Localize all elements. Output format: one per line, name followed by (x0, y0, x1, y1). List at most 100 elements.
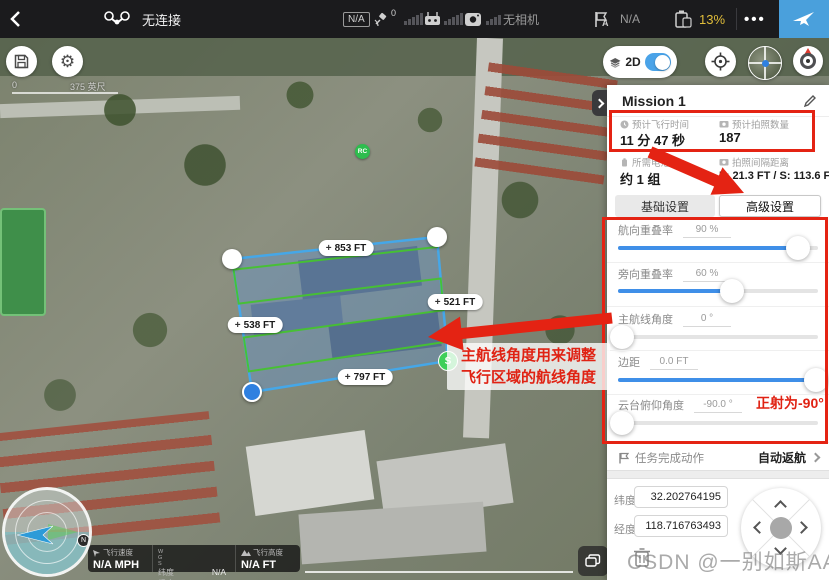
top-status-bar: 无连接 N/A 0 (0, 0, 829, 38)
edge-length-label-right: + 521 FT (428, 294, 483, 310)
back-button[interactable] (10, 0, 21, 38)
slider-thumb[interactable] (804, 368, 828, 392)
tab-advanced-settings[interactable]: 高级设置 (719, 195, 821, 217)
map-compass-button[interactable] (793, 46, 823, 76)
settings-button[interactable]: ⚙ (52, 46, 83, 77)
rc-signal-bars (444, 13, 463, 25)
section-divider (607, 470, 829, 479)
position-nudge-dpad[interactable] (741, 488, 821, 568)
minimap-position-dot (762, 60, 769, 67)
attitude-compass: N (2, 487, 92, 577)
slider-thumb[interactable] (610, 411, 634, 435)
locate-me-button[interactable] (705, 46, 736, 77)
camera-icon (464, 0, 482, 38)
slider-gimbal-pitch-value[interactable]: -90.0 ° (694, 399, 742, 413)
2d-toggle[interactable] (645, 53, 671, 71)
slider-thumb[interactable] (610, 325, 634, 349)
slider-side-overlap-label: 旁向重叠率 60 % (618, 266, 731, 282)
camera-signal-bars (486, 13, 501, 25)
save-icon (14, 54, 29, 69)
layers-icon (609, 56, 621, 69)
polygon-corner-handle[interactable] (222, 249, 242, 269)
rc-location-marker: RC (355, 144, 370, 159)
slider-thumb[interactable] (786, 236, 810, 260)
photo-interval-icon (719, 158, 729, 166)
save-mission-button[interactable] (6, 46, 37, 77)
mission-planning-app: S RC + 853 FT + 521 FT + 538 FT + 797 FT… (0, 0, 829, 580)
finish-action-value: 自动返航 (758, 449, 806, 466)
photo-icon (719, 120, 729, 128)
edge-length-label-top: + 853 FT (319, 240, 374, 256)
speed-arrow-icon (93, 549, 101, 557)
stat-photo-interval-value: F: 21.3 FT / S: 113.6 FT (719, 170, 829, 182)
slider-course-angle[interactable] (618, 335, 818, 339)
crosshair-icon (711, 52, 730, 71)
nudge-right-button[interactable] (795, 521, 808, 534)
slider-margin-label: 边距 0.0 FT (618, 354, 698, 370)
annotation-note: 主航线角度用来调整 飞行区域的航线角度 (447, 343, 610, 390)
telemetry-altitude: 飞行高度 N/A FT (235, 545, 300, 572)
nudge-up-button[interactable] (774, 500, 787, 513)
mission-status-value: N/A (620, 0, 640, 38)
slider-course-angle-value[interactable]: 0 ° (683, 313, 731, 327)
stat-photo-interval-label: 拍照间隔距离 (719, 155, 789, 169)
slider-margin[interactable] (618, 378, 818, 382)
telemetry-coordinates: WGS 纬度N/A 经度N/A (152, 545, 235, 572)
cross-icon: + (326, 243, 332, 254)
gimbal-pitch-annotation: 正射为-90° (756, 393, 824, 413)
wgs-label: WGS (158, 549, 165, 567)
longitude-label: 经度 (614, 521, 636, 537)
chevron-right-icon (595, 98, 605, 108)
slider-gimbal-pitch[interactable] (618, 421, 818, 425)
telemetry-bar: 飞行速度 N/A MPH WGS 纬度N/A 经度N/A 飞行高度 N/A FT (88, 545, 300, 572)
telemetry-speed: 飞行速度 N/A MPH (88, 545, 152, 572)
stat-battery-count-label: 所需电池数 (620, 155, 680, 169)
slider-margin-value[interactable]: 0.0 FT (650, 356, 698, 370)
camera-status: 无相机 (503, 0, 539, 38)
mission-title-row: Mission 1 (607, 85, 829, 117)
gps-count: 0 (391, 8, 396, 18)
svg-text:A: A (602, 18, 609, 28)
mission-status-icon: A (593, 0, 613, 38)
nudge-left-button[interactable] (753, 521, 766, 534)
slider-side-overlap-value[interactable]: 60 % (683, 268, 731, 282)
north-badge: N (77, 534, 90, 547)
drone-icon (104, 0, 130, 38)
more-menu-button[interactable]: ••• (744, 0, 766, 38)
map-view-pill: 2D (603, 46, 677, 78)
remote-controller-icon (424, 0, 441, 38)
battery-icon (673, 0, 693, 38)
start-flight-button[interactable] (779, 0, 829, 38)
toggle-knob (655, 55, 670, 70)
latitude-input[interactable]: 32.202764195 (634, 486, 728, 508)
altitude-mountain-icon (241, 549, 251, 556)
map-layers-button[interactable] (578, 546, 608, 576)
longitude-input[interactable]: 118.716763493 (634, 515, 728, 537)
slider-thumb[interactable] (720, 279, 744, 303)
finish-action-row[interactable]: 任务完成动作 自动返航 (607, 445, 829, 470)
nudge-center-button[interactable] (770, 517, 792, 539)
rtk-status-badge: N/A (343, 0, 370, 38)
edit-pencil-icon[interactable] (803, 94, 817, 108)
latitude-label: 纬度 (614, 492, 636, 508)
nudge-down-button[interactable] (774, 542, 787, 555)
polygon-corner-handle-selected[interactable] (242, 382, 262, 402)
slider-side-overlap[interactable] (618, 289, 818, 293)
cross-icon: + (435, 297, 441, 308)
clock-icon (620, 120, 629, 129)
slider-front-overlap[interactable] (618, 246, 818, 250)
edge-length-label-bottom: + 797 FT (338, 369, 393, 385)
panel-collapse-handle[interactable] (592, 90, 607, 116)
mission-title: Mission 1 (622, 93, 803, 109)
slider-gimbal-pitch-label: 云台俯仰角度 -90.0 ° 正射为-90° (618, 397, 824, 413)
stat-flight-time-label: 预计飞行时间 (620, 117, 689, 131)
slider-front-overlap-value[interactable]: 90 % (683, 224, 731, 238)
minimap-button[interactable] (748, 46, 782, 80)
delete-button[interactable] (633, 547, 651, 572)
polygon-corner-handle[interactable] (427, 227, 447, 247)
tab-basic-settings[interactable]: 基础设置 (615, 195, 715, 217)
flag-icon (618, 452, 629, 464)
trash-icon (633, 547, 651, 567)
airplane-icon (792, 9, 816, 29)
stat-battery-count-value: 约 1 组 (620, 169, 660, 188)
